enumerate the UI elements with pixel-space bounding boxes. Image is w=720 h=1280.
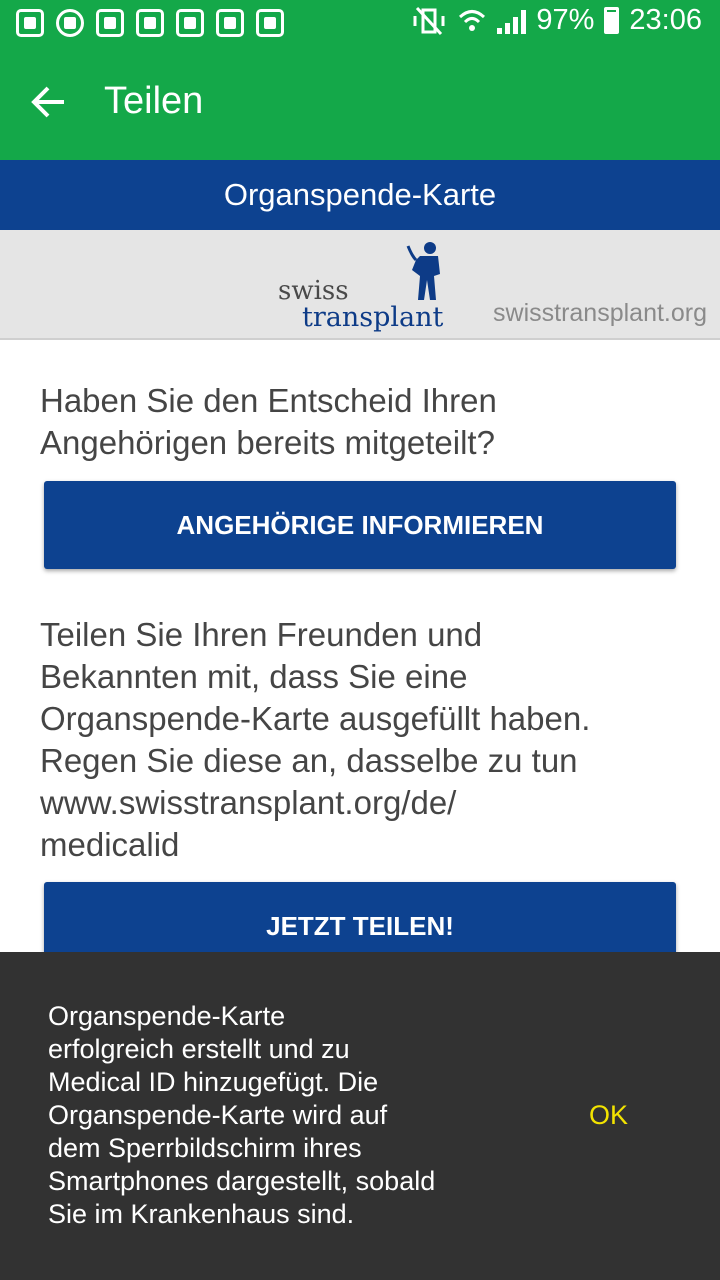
snackbar-ok-button[interactable]: OK	[589, 1100, 628, 1131]
logo-word-transplant: transplant	[302, 302, 444, 333]
share-text-line: Regen Sie diese an, dasselbe zu tun	[40, 742, 578, 779]
battery-percent: 97%	[536, 4, 595, 36]
galaxy-notification-icon	[176, 9, 204, 37]
snackbar-message-line: Medical ID hinzugefügt. Die	[48, 1067, 379, 1097]
gallery-notification-icon	[16, 9, 44, 37]
swisstransplant-logo: swiss transplant	[278, 240, 448, 333]
battery-icon	[604, 7, 620, 34]
snackbar-message-line: Smartphones dargestellt, sobald	[48, 1166, 436, 1196]
app-bar: Teilen	[0, 48, 720, 160]
snackbar-message: Organspende-Karte erfolgreich erstellt u…	[48, 1000, 488, 1231]
share-text-line: www.swisstransplant.org/de/	[40, 784, 457, 821]
system-status: 97% 23:06	[411, 4, 702, 37]
website-label: swisstransplant.org	[493, 299, 707, 327]
snackbar: Organspende-Karte erfolgreich erstellt u…	[0, 952, 720, 1280]
person-figure-icon	[406, 242, 440, 300]
wifi-icon	[459, 9, 486, 31]
share-description: Teilen Sie Ihren Freunden und Bekannten …	[40, 614, 700, 866]
card-banner-title: Organspende-Karte	[223, 177, 497, 212]
inform-relatives-button[interactable]: ANGEHÖRIGE INFORMIEREN	[44, 481, 676, 569]
snackbar-message-line: Organspende-Karte	[48, 1001, 286, 1031]
sync-notification-icon	[56, 9, 84, 37]
vibrate-mute-icon	[413, 6, 445, 35]
share-text-line: Teilen Sie Ihren Freunden und	[40, 616, 483, 653]
card-banner: Organspende-Karte	[0, 160, 720, 230]
snackbar-message-line: erfolgreich erstellt und zu	[48, 1034, 350, 1064]
share-text-line: Bekannten mit, dass Sie eine	[40, 658, 468, 695]
notification-icons	[16, 9, 284, 37]
snackbar-message-line: Sie im Krankenhaus sind.	[48, 1199, 355, 1229]
signal-icon	[497, 8, 527, 34]
clock: 23:06	[629, 4, 702, 36]
share-text-line: Organspende-Karte ausgefüllt haben.	[40, 700, 591, 737]
page-title: Teilen	[104, 80, 204, 122]
logo-strip: swiss transplant swisstransplant.org	[0, 230, 720, 340]
arrow-left-icon[interactable]	[28, 82, 68, 122]
snackbar-message-line: Organspende-Karte wird auf	[48, 1100, 388, 1130]
email-notification-icon	[136, 9, 164, 37]
status-bar: 97% 23:06	[0, 0, 720, 48]
snackbar-message-line: dem Sperrbildschirm ihres	[48, 1133, 362, 1163]
galaxy-notification-icon-2	[216, 9, 244, 37]
clipboard-check-notification-icon	[256, 9, 284, 37]
inform-question: Haben Sie den Entscheid Ihren Angehörige…	[40, 382, 497, 461]
share-text-line: medicalid	[40, 826, 180, 863]
gmail-notification-icon	[96, 9, 124, 37]
